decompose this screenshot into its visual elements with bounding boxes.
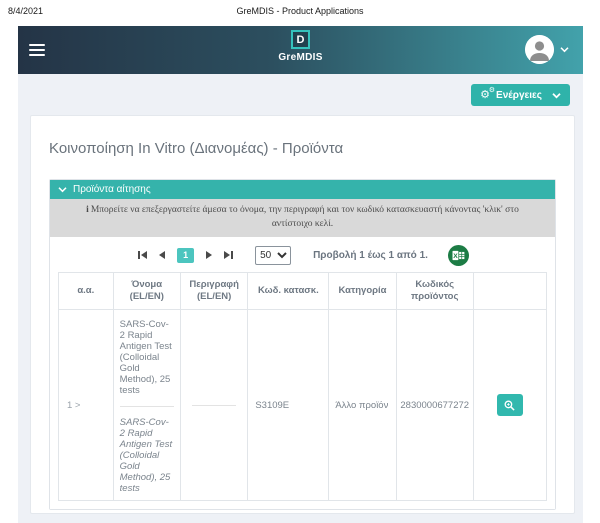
navbar: D GreMDIS: [18, 26, 583, 74]
svg-text:X: X: [453, 253, 458, 260]
col-header-category: Κατηγορία: [329, 272, 396, 310]
products-table: α.α. Όνομα (EL/EN) Περιγραφή (EL/EN) Κωδ…: [58, 272, 547, 502]
col-header-index: α.α.: [59, 272, 114, 310]
content-area: ⚙⚙ Ενέργειες Κοινοποίηση In Vitro (Διανο…: [18, 74, 583, 523]
info-icon: i: [86, 205, 89, 215]
col-header-product-code: Κωδικός προϊόντος: [396, 272, 473, 310]
actions-button-label: Ενέργειες: [496, 90, 542, 101]
last-page-button[interactable]: [222, 249, 235, 261]
chevron-down-icon: [560, 46, 569, 53]
pagination-summary: Προβολή 1 έως 1 από 1.: [313, 250, 428, 261]
print-header: 8/4/2021 GreMDIS - Product Applications: [0, 4, 600, 20]
excel-export-button[interactable]: X: [448, 245, 469, 266]
col-header-description: Περιγραφή (EL/EN): [180, 272, 247, 310]
brand: D GreMDIS: [18, 30, 583, 63]
info-text: Μπορείτε να επεξεργαστείτε άμεσα το όνομ…: [91, 205, 519, 229]
products-panel: Προϊόντα αίτησης iΜπορείτε να επεξεργαστ…: [49, 179, 556, 510]
name-el-value[interactable]: SARS-Cov-2 Rapid Antigen Test (Colloidal…: [120, 319, 174, 396]
avatar: [525, 35, 554, 64]
previous-page-button[interactable]: [157, 249, 167, 261]
description-divider: [192, 405, 237, 406]
main-card: Κοινοποίηση In Vitro (Διανομέας) - Προϊό…: [30, 115, 575, 514]
page-title: Κοινοποίηση In Vitro (Διανομέας) - Προϊό…: [49, 140, 556, 157]
row-index-cell[interactable]: 1 >: [59, 310, 114, 501]
row-name-cell[interactable]: SARS-Cov-2 Rapid Antigen Test (Colloidal…: [113, 310, 180, 501]
actions-row: ⚙⚙ Ενέργειες: [18, 74, 583, 106]
row-actions-cell: [473, 310, 546, 501]
user-icon: [525, 35, 554, 64]
row-category-cell: Άλλο προϊόν: [329, 310, 396, 501]
menu-icon[interactable]: [29, 41, 45, 59]
next-page-button[interactable]: [204, 249, 214, 261]
table-header-row: α.α. Όνομα (EL/EN) Περιγραφή (EL/EN) Κωδ…: [59, 272, 547, 310]
chevron-down-icon: [552, 92, 561, 99]
magnifier-icon: [503, 399, 516, 412]
table-wrapper: α.α. Όνομα (EL/EN) Περιγραφή (EL/EN) Κωδ…: [50, 272, 555, 502]
excel-icon: X: [448, 245, 469, 266]
table-row: 1 > SARS-Cov-2 Rapid Antigen Test (Collo…: [59, 310, 547, 501]
page: 8/4/2021 GreMDIS - Product Applications …: [0, 0, 600, 523]
page-size-select[interactable]: 50: [255, 246, 291, 265]
panel-header-label: Προϊόντα αίτησης: [73, 184, 151, 195]
row-manufacturer-code-cell[interactable]: S3109E: [248, 310, 329, 501]
app-window: D GreMDIS ⚙⚙ Εν: [18, 26, 583, 523]
name-divider: [120, 406, 174, 407]
view-details-button[interactable]: [497, 394, 523, 416]
brand-name: GreMDIS: [278, 52, 322, 63]
info-box: iΜπορείτε να επεξεργαστείτε άμεσα το όνο…: [50, 199, 555, 237]
col-header-name: Όνομα (EL/EN): [113, 272, 180, 310]
actions-button[interactable]: ⚙⚙ Ενέργειες: [471, 84, 570, 106]
brand-logo-letter: D: [297, 34, 305, 46]
row-description-cell[interactable]: [180, 310, 247, 501]
chevron-down-icon: [58, 186, 67, 193]
col-header-manufacturer-code: Κωδ. κατασκ.: [248, 272, 329, 310]
pagination: 1 50 Προβολή 1 έως 1 από 1.: [50, 237, 555, 272]
user-menu[interactable]: [525, 35, 569, 64]
current-page-indicator[interactable]: 1: [177, 248, 194, 263]
first-page-button[interactable]: [136, 249, 149, 261]
name-en-value[interactable]: SARS-Cov-2 Rapid Antigen Test (Colloidal…: [120, 417, 174, 494]
cogs-icon: ⚙⚙: [480, 90, 490, 101]
row-product-code-cell: 2830000677272: [396, 310, 473, 501]
panel-body: iΜπορείτε να επεξεργαστείτε άμεσα το όνο…: [50, 199, 555, 509]
col-header-actions: [473, 272, 546, 310]
brand-logo-icon: D: [291, 30, 310, 49]
panel-header-toggle[interactable]: Προϊόντα αίτησης: [50, 180, 555, 199]
print-page-title: GreMDIS - Product Applications: [0, 6, 600, 16]
